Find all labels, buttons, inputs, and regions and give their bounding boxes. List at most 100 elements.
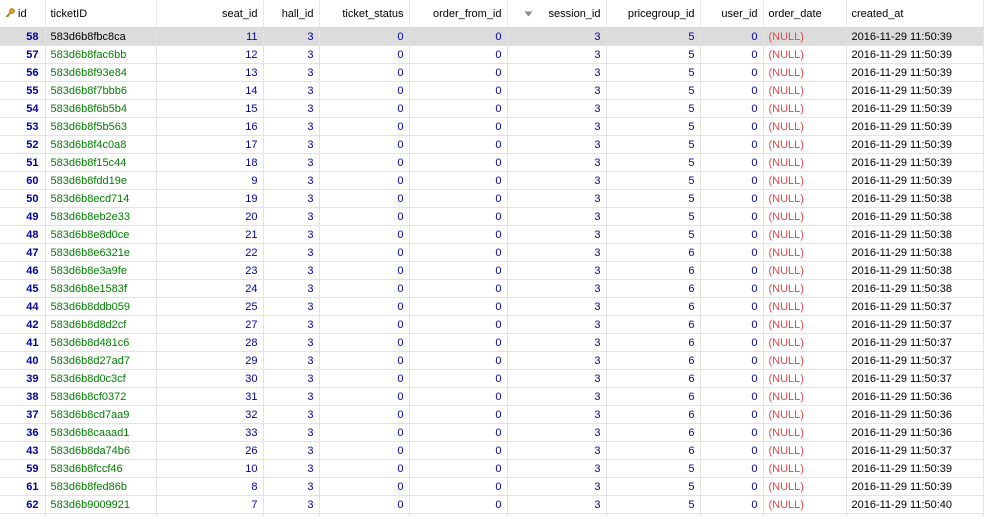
- cell-ticketID[interactable]: 583d6b8fbc8ca: [45, 27, 157, 46]
- cell-seat-id[interactable]: 9: [156, 171, 264, 190]
- cell-pricegroup-id[interactable]: 5: [606, 189, 701, 208]
- cell-ticketID[interactable]: 583d6b8d27ad7: [45, 351, 157, 370]
- cell-order-from-id[interactable]: 0: [409, 225, 508, 244]
- table-row[interactable]: 36 583d6b8caaad1 33 3 0 0 3 6 0 (NULL) 2016-11-29 …: [0, 423, 984, 442]
- cell-user-id[interactable]: 0: [700, 441, 764, 460]
- cell-order-from-id[interactable]: 0: [409, 423, 508, 442]
- cell-hall-id[interactable]: 3: [263, 369, 320, 388]
- cell-user-id[interactable]: 0: [700, 189, 764, 208]
- table-row[interactable]: 45 583d6b8e1583f 24 3 0 0 3 6 0 (NULL) 2016-11-29 …: [0, 279, 984, 298]
- table-row[interactable]: 48 583d6b8e8d0ce 21 3 0 0 3 5 0 (NULL) 2016-11-29 …: [0, 225, 984, 244]
- cell-order-date[interactable]: (NULL): [763, 117, 847, 136]
- cell-created-at[interactable]: 2016-11-29 11:50:38: [846, 261, 984, 280]
- table-row[interactable]: 56 583d6b8f93e84 13 3 0 0 3 5 0 (NULL) 2016-11-29 …: [0, 63, 984, 82]
- column-header-user-id[interactable]: user_id: [700, 0, 764, 28]
- cell-pricegroup-id[interactable]: 5: [606, 171, 701, 190]
- cell-seat-id[interactable]: 12: [156, 45, 264, 64]
- cell-order-date[interactable]: (NULL): [763, 315, 847, 334]
- cell-ticketID[interactable]: 583d6b8f93e84: [45, 63, 157, 82]
- cell-ticket-status[interactable]: 0: [319, 99, 410, 118]
- cell-created-at[interactable]: 2016-11-29 11:50:37: [846, 369, 984, 388]
- cell-pricegroup-id[interactable]: 5: [606, 495, 701, 514]
- table-row[interactable]: 51 583d6b8f15c44 18 3 0 0 3 5 0 (NULL) 2016-11-29 …: [0, 153, 984, 172]
- cell-order-from-id[interactable]: 0: [409, 117, 508, 136]
- cell-seat-id[interactable]: 28: [156, 333, 264, 352]
- cell-ticketID[interactable]: 583d6b8fdd19e: [45, 171, 157, 190]
- cell-order-date[interactable]: (NULL): [763, 99, 847, 118]
- cell-order-date[interactable]: (NULL): [763, 207, 847, 226]
- cell-ticketID[interactable]: 583d6b8f4c0a8: [45, 135, 157, 154]
- cell-ticketID[interactable]: 583d6b8d481c6: [45, 333, 157, 352]
- cell-order-from-id[interactable]: 0: [409, 45, 508, 64]
- cell-pricegroup-id[interactable]: 5: [606, 513, 701, 517]
- table-row[interactable]: 38 583d6b8cf0372 31 3 0 0 3 6 0 (NULL) 2016-11-29 …: [0, 387, 984, 406]
- cell-session-id[interactable]: 3: [507, 495, 607, 514]
- cell-session-id[interactable]: 3: [507, 423, 607, 442]
- cell-created-at[interactable]: 2016-11-29 11:50:37: [846, 351, 984, 370]
- cell-session-id[interactable]: 3: [507, 261, 607, 280]
- cell-created-at[interactable]: 2016-11-29 11:50:39: [846, 117, 984, 136]
- cell-order-from-id[interactable]: 0: [409, 513, 508, 517]
- cell-seat-id[interactable]: 7: [156, 495, 264, 514]
- cell-created-at[interactable]: 2016-11-29 11:50:38: [846, 189, 984, 208]
- cell-seat-id[interactable]: 31: [156, 387, 264, 406]
- cell-session-id[interactable]: 3: [507, 27, 607, 46]
- cell-created-at[interactable]: 2016-11-29 11:50:39: [846, 99, 984, 118]
- column-header-session-id[interactable]: session_id: [507, 0, 607, 28]
- cell-ticket-status[interactable]: 0: [319, 369, 410, 388]
- table-row[interactable]: 54 583d6b8f6b5b4 15 3 0 0 3 5 0 (NULL) 2016-11-29 …: [0, 99, 984, 118]
- cell-order-date[interactable]: (NULL): [763, 423, 847, 442]
- cell-hall-id[interactable]: 3: [263, 261, 320, 280]
- cell-pricegroup-id[interactable]: 5: [606, 117, 701, 136]
- cell-id[interactable]: 48: [0, 225, 46, 244]
- cell-session-id[interactable]: 3: [507, 405, 607, 424]
- column-header-hall-id[interactable]: hall_id: [263, 0, 320, 28]
- cell-order-date[interactable]: (NULL): [763, 297, 847, 316]
- table-row[interactable]: 41 583d6b8d481c6 28 3 0 0 3 6 0 (NULL) 2016-11-29 …: [0, 333, 984, 352]
- cell-order-date[interactable]: (NULL): [763, 243, 847, 262]
- cell-order-from-id[interactable]: 0: [409, 189, 508, 208]
- cell-session-id[interactable]: 3: [507, 171, 607, 190]
- cell-ticket-status[interactable]: 0: [319, 333, 410, 352]
- cell-id[interactable]: 47: [0, 243, 46, 262]
- cell-hall-id[interactable]: 3: [263, 135, 320, 154]
- cell-ticketID[interactable]: 583d6b8f7bbb6: [45, 81, 157, 100]
- cell-user-id[interactable]: 0: [700, 423, 764, 442]
- cell-ticketID[interactable]: 583d6b8ecd714: [45, 189, 157, 208]
- cell-ticketID[interactable]: 583d6b8fccf46: [45, 459, 157, 478]
- cell-pricegroup-id[interactable]: 5: [606, 153, 701, 172]
- cell-order-date[interactable]: (NULL): [763, 351, 847, 370]
- cell-ticketID[interactable]: 583d6b8e1583f: [45, 279, 157, 298]
- cell-seat-id[interactable]: 29: [156, 351, 264, 370]
- cell-order-from-id[interactable]: 0: [409, 495, 508, 514]
- cell-order-date[interactable]: (NULL): [763, 135, 847, 154]
- cell-ticketID[interactable]: 583d6b8da74b6: [45, 441, 157, 460]
- cell-session-id[interactable]: 3: [507, 513, 607, 517]
- cell-session-id[interactable]: 3: [507, 189, 607, 208]
- cell-seat-id[interactable]: 10: [156, 459, 264, 478]
- cell-user-id[interactable]: 0: [700, 495, 764, 514]
- cell-pricegroup-id[interactable]: 5: [606, 207, 701, 226]
- cell-ticketID[interactable]: 583d6b9009921: [45, 495, 157, 514]
- cell-id[interactable]: 51: [0, 153, 46, 172]
- cell-id[interactable]: 62: [0, 495, 46, 514]
- cell-session-id[interactable]: 3: [507, 45, 607, 64]
- cell-pricegroup-id[interactable]: 6: [606, 315, 701, 334]
- cell-order-date[interactable]: (NULL): [763, 225, 847, 244]
- cell-order-from-id[interactable]: 0: [409, 99, 508, 118]
- cell-pricegroup-id[interactable]: 6: [606, 405, 701, 424]
- cell-created-at[interactable]: 2016-11-29 11:50:36: [846, 387, 984, 406]
- cell-order-from-id[interactable]: 0: [409, 459, 508, 478]
- table-row[interactable]: 50 583d6b8ecd714 19 3 0 0 3 5 0 (NULL) 2016-11-29 …: [0, 189, 984, 208]
- cell-ticketID[interactable]: 583d6b8ddb059: [45, 297, 157, 316]
- cell-pricegroup-id[interactable]: 5: [606, 225, 701, 244]
- cell-ticketID[interactable]: 583d6b8fac6bb: [45, 45, 157, 64]
- cell-user-id[interactable]: 0: [700, 171, 764, 190]
- cell-order-date[interactable]: (NULL): [763, 513, 847, 517]
- cell-order-date[interactable]: (NULL): [763, 495, 847, 514]
- cell-session-id[interactable]: 3: [507, 207, 607, 226]
- cell-ticket-status[interactable]: 0: [319, 387, 410, 406]
- cell-pricegroup-id[interactable]: 5: [606, 459, 701, 478]
- cell-user-id[interactable]: 0: [700, 297, 764, 316]
- cell-seat-id[interactable]: 25: [156, 297, 264, 316]
